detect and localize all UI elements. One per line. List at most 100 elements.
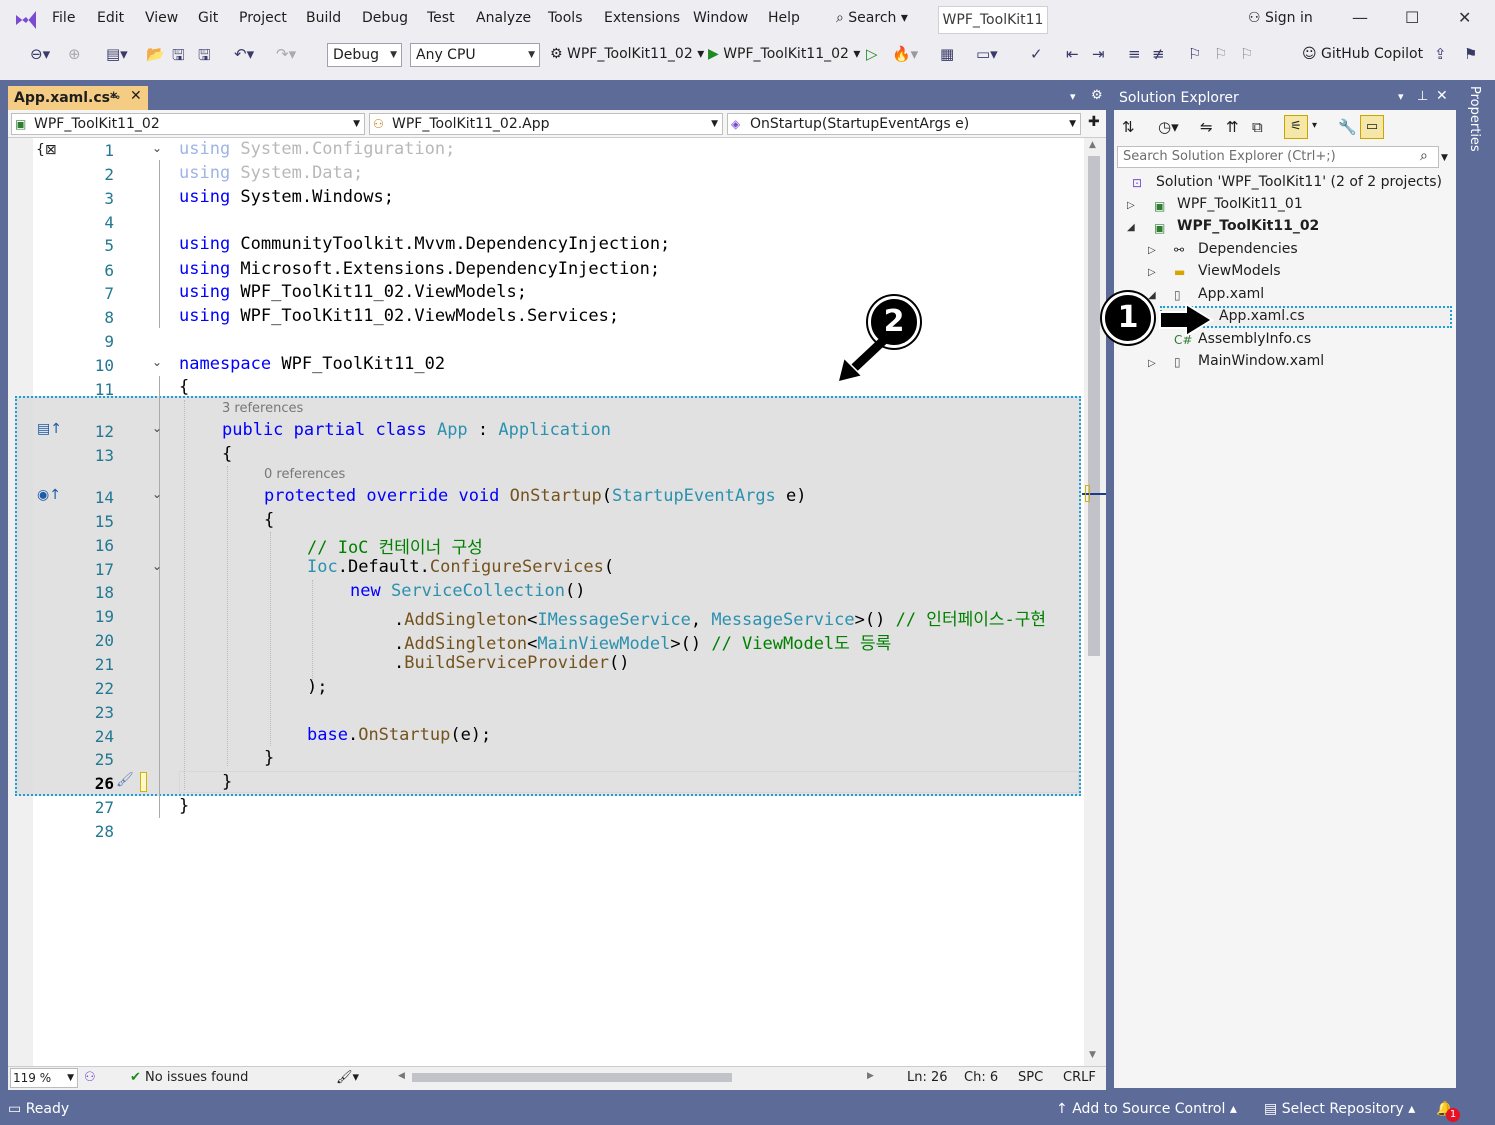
feedback-icon[interactable]: ⚑ <box>1464 45 1477 63</box>
github-copilot-button[interactable]: ☺ GitHub Copilot <box>1302 46 1423 62</box>
expand-icon[interactable]: ▷ <box>1148 267 1156 278</box>
close-icon[interactable]: ✕ <box>1436 88 1448 104</box>
save-icon[interactable]: 🖫 <box>172 45 185 70</box>
whitespace-indicator[interactable]: SPC <box>1018 1070 1043 1085</box>
tree-item-project-2[interactable]: WPF_ToolKit11_02 <box>1177 218 1319 234</box>
scroll-down-icon[interactable]: ▼ <box>1089 1050 1096 1060</box>
new-item-icon[interactable]: ▤▾ <box>106 45 128 63</box>
column-indicator[interactable]: Ch: 6 <box>964 1070 998 1085</box>
preview-icon[interactable]: ▭ <box>1360 115 1384 139</box>
tree-item-app-xaml[interactable]: App.xaml <box>1198 286 1264 302</box>
menu-item-git[interactable]: Git <box>198 10 218 26</box>
menu-item-debug[interactable]: Debug <box>362 10 408 26</box>
type-dropdown[interactable]: ⚇ WPF_ToolKit11_02.App ▼ <box>369 113 723 135</box>
override-icon[interactable]: ◉↑ <box>37 487 61 503</box>
layout-icon[interactable]: ▭▾ <box>976 45 998 63</box>
spellcheck-icon[interactable]: ✓ <box>1030 45 1043 63</box>
scroll-left-icon[interactable]: ◀ <box>398 1071 405 1081</box>
pin-icon[interactable]: ⊥ <box>1417 89 1428 104</box>
start-debugging-button[interactable]: ▶ WPF_ToolKit11_02 ▾ <box>708 46 860 62</box>
collapse-icon[interactable]: ⌄ <box>152 355 162 369</box>
collapse-icon[interactable]: ⌄ <box>152 421 162 435</box>
bookmark-icon[interactable]: ⚐ <box>1188 45 1201 63</box>
configuration-select[interactable]: Debug ▼ <box>327 43 402 67</box>
menu-item-extensions[interactable]: Extensions <box>604 10 680 26</box>
start-without-debugging-icon[interactable]: ▷ <box>866 45 878 63</box>
horizontal-scrollbar-thumb[interactable] <box>412 1073 732 1082</box>
expand-icon[interactable]: ▷ <box>1148 358 1156 369</box>
codelens-references[interactable]: 0 references <box>264 467 345 482</box>
hot-reload-icon[interactable]: 🔥▾ <box>892 45 918 63</box>
tree-item-project-1[interactable]: WPF_ToolKit11_01 <box>1177 196 1303 212</box>
show-all-files-icon[interactable]: ⧉ <box>1252 118 1263 136</box>
codelens-references[interactable]: 3 references <box>222 401 303 416</box>
menu-item-build[interactable]: Build <box>306 10 341 26</box>
search-icon[interactable]: ⌕ <box>1420 148 1428 164</box>
chevron-down-icon[interactable]: ▼ <box>1441 148 1453 168</box>
menu-item-tools[interactable]: Tools <box>548 10 583 26</box>
go-to-base-icon[interactable]: ▤↑ <box>37 421 62 437</box>
uncomment-icon[interactable]: ≢ <box>1152 45 1165 63</box>
bookmark-next-icon[interactable]: ⚐ <box>1240 45 1253 63</box>
history-icon[interactable]: ◷▾ <box>1158 118 1179 136</box>
scroll-right-icon[interactable]: ▶ <box>867 1071 874 1081</box>
scrollbar-thumb[interactable] <box>1088 156 1100 656</box>
pin-icon[interactable]: ⊸ <box>110 90 120 104</box>
save-all-icon[interactable]: 🖫 <box>198 45 211 70</box>
code-cleanup-icon[interactable]: 🖌▾ <box>336 1070 359 1085</box>
menu-item-window[interactable]: Window <box>693 10 748 26</box>
issues-indicator[interactable]: ✔ No issues found <box>130 1070 248 1085</box>
chevron-down-icon[interactable]: ▾ <box>1312 120 1317 131</box>
tab-app-xaml-cs[interactable]: App.xaml.cs* <box>8 86 148 110</box>
indent-icon[interactable]: ⇤ <box>1066 45 1079 63</box>
undo-icon[interactable]: ↶▾ <box>234 45 254 63</box>
menu-item-edit[interactable]: Edit <box>97 10 124 26</box>
open-folder-icon[interactable]: 📂 <box>146 45 165 63</box>
project-dropdown[interactable]: ▣ WPF_ToolKit11_02 ▼ <box>11 113 365 135</box>
collapse-icon[interactable]: ⌄ <box>152 559 162 573</box>
comment-icon[interactable]: ≡ <box>1128 45 1141 63</box>
add-to-source-control-button[interactable]: ↑ Add to Source Control ▴ <box>1056 1101 1237 1117</box>
copilot-status-icon[interactable]: ⚇ <box>84 1070 96 1085</box>
line-ending-indicator[interactable]: CRLF <box>1063 1070 1096 1085</box>
zoom-select[interactable]: 119 % ▼ <box>10 1068 78 1088</box>
collapse-icon[interactable]: ◢ <box>1148 290 1156 301</box>
menu-item-test[interactable]: Test <box>427 10 455 26</box>
platform-select[interactable]: Any CPU ▼ <box>410 43 540 67</box>
sign-in-button[interactable]: ⚇ Sign in <box>1248 10 1313 26</box>
visual-studio-logo-icon[interactable] <box>12 6 40 34</box>
tree-item-assemblyinfo[interactable]: AssemblyInfo.cs <box>1198 331 1311 347</box>
select-repository-button[interactable]: ▤ Select Repository ▴ <box>1264 1101 1415 1117</box>
menu-item-help[interactable]: Help <box>768 10 800 26</box>
properties-side-tab[interactable]: Properties <box>1460 86 1490 206</box>
menu-item-file[interactable]: File <box>52 10 75 26</box>
share-icon[interactable]: ⇪ <box>1434 45 1447 63</box>
collapse-all-icon[interactable]: ⇈ <box>1226 118 1239 136</box>
solution-explorer-toolbar-icon[interactable]: ▦ <box>940 45 954 63</box>
split-editor-icon[interactable]: ✚ <box>1088 114 1100 130</box>
filter-icon[interactable]: ⚟ <box>1284 115 1308 139</box>
menu-item-analyze[interactable]: Analyze <box>476 10 531 26</box>
close-window-button[interactable]: ✕ <box>1458 8 1471 27</box>
navigate-forward-icon[interactable]: ⊕ <box>68 45 81 63</box>
startup-project-select[interactable]: ⚙ WPF_ToolKit11_02 ▾ <box>550 46 704 62</box>
outdent-icon[interactable]: ⇥ <box>1092 45 1105 63</box>
expand-icon[interactable]: ▷ <box>1148 245 1156 256</box>
settings-icon[interactable]: ⚙ <box>1091 88 1103 103</box>
collapse-icon[interactable]: ◢ <box>1127 222 1135 233</box>
tab-overflow-icon[interactable]: ▾ <box>1070 90 1076 103</box>
search-button[interactable]: ⌕ Search ▾ <box>836 10 908 26</box>
menu-item-project[interactable]: Project <box>239 10 287 26</box>
quick-actions-brush-icon[interactable]: 🖌 <box>116 772 134 788</box>
minimize-button[interactable]: — <box>1352 8 1368 27</box>
navigate-back-icon[interactable]: ⊖▾ <box>30 45 50 63</box>
switch-views-icon[interactable]: ⇅ <box>1122 118 1135 136</box>
tree-item-solution[interactable]: Solution 'WPF_ToolKit11' (2 of 2 project… <box>1156 174 1442 190</box>
member-dropdown[interactable]: ◈ OnStartup(StartupEventArgs e) ▼ <box>727 113 1081 135</box>
line-indicator[interactable]: Ln: 26 <box>907 1070 948 1085</box>
bookmark-prev-icon[interactable]: ⚐ <box>1214 45 1227 63</box>
redo-icon[interactable]: ↷▾ <box>276 45 296 63</box>
close-icon[interactable]: ✕ <box>130 88 142 104</box>
tree-item-mainwindow[interactable]: MainWindow.xaml <box>1198 353 1324 369</box>
tree-item-dependencies[interactable]: Dependencies <box>1198 241 1298 257</box>
